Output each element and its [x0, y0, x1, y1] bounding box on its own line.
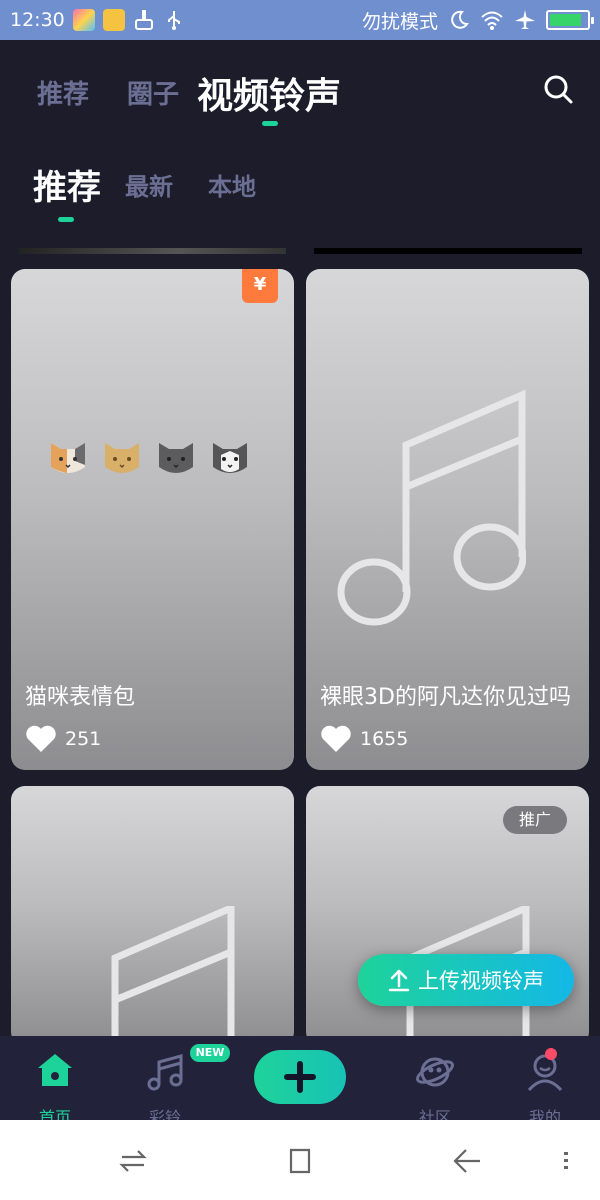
home-square-icon[interactable]	[285, 1146, 315, 1176]
card-title: 猫咪表情包	[25, 685, 136, 710]
music-note-icon	[111, 906, 235, 1046]
subtab-recommend[interactable]: 推荐	[33, 160, 101, 209]
subtab-local[interactable]: 本地	[208, 167, 256, 202]
tab-circle[interactable]: 圈子	[127, 74, 179, 111]
like-count[interactable]: 251	[25, 725, 101, 753]
cleaner-icon	[133, 9, 155, 31]
planet-icon	[416, 1057, 454, 1087]
bottom-nav: 首页 彩铃 NEW 社区 我的	[0, 1036, 600, 1127]
music-note-icon	[337, 389, 526, 626]
status-time: 12:30	[10, 9, 65, 31]
menu-dots-icon[interactable]	[556, 1146, 576, 1176]
video-card[interactable]: 推广	[306, 786, 589, 1046]
battery-level-fill	[550, 14, 581, 26]
subtab-latest[interactable]: 最新	[125, 167, 173, 202]
previous-card-edge	[314, 248, 582, 254]
active-subtab-indicator	[58, 217, 74, 222]
paid-badge: ¥	[242, 269, 278, 303]
tab-recommend[interactable]: 推荐	[37, 74, 89, 111]
status-bar: 12:30 勿扰模式	[0, 0, 600, 40]
dnd-mode-label: 勿扰模式	[361, 10, 438, 33]
previous-card-edge	[18, 248, 286, 254]
notification-dot	[545, 1048, 557, 1060]
heart-icon	[26, 725, 56, 752]
music-note-icon	[147, 1054, 183, 1091]
search-icon[interactable]	[542, 73, 574, 105]
cat-face-icon	[105, 443, 139, 473]
cat-face-icon	[213, 443, 247, 473]
upload-video-ringtone-button[interactable]: 上传视频铃声	[358, 954, 574, 1006]
video-card[interactable]	[11, 786, 294, 1046]
upload-arrow-icon	[388, 969, 410, 992]
video-card[interactable]: ¥ 猫咪表情包 251	[11, 269, 294, 770]
top-tab-bar: 推荐 圈子 视频铃声	[0, 40, 600, 140]
cat-face-icon	[51, 443, 85, 473]
profile-icon	[527, 1054, 563, 1092]
app-notification-icon	[72, 9, 95, 31]
airplane-icon	[514, 9, 536, 31]
system-nav-bar	[0, 1120, 600, 1200]
cat-emoji-thumbnail	[47, 437, 251, 479]
back-arrow-icon[interactable]	[452, 1146, 482, 1176]
active-tab-indicator	[262, 121, 278, 126]
recent-apps-icon[interactable]	[118, 1146, 148, 1176]
like-count-value: 1655	[360, 728, 409, 750]
plus-icon	[284, 1061, 316, 1093]
video-card[interactable]: 裸眼3D的阿凡达你见过吗 1655	[306, 269, 589, 770]
like-count-value: 251	[65, 728, 102, 750]
card-title: 裸眼3D的阿凡达你见过吗	[320, 685, 571, 710]
cat-face-icon	[159, 443, 193, 473]
home-icon	[38, 1054, 72, 1086]
upload-button-label: 上传视频铃声	[418, 969, 544, 993]
folder-icon	[102, 9, 125, 31]
moon-icon	[448, 9, 470, 31]
create-button[interactable]	[254, 1050, 346, 1104]
new-badge: NEW	[190, 1044, 230, 1062]
heart-icon	[321, 725, 351, 752]
promoted-badge: 推广	[503, 806, 567, 834]
like-count[interactable]: 1655	[320, 725, 408, 753]
wifi-icon	[480, 9, 504, 31]
tab-video-ringtone[interactable]: 视频铃声	[197, 67, 341, 119]
usb-icon	[163, 9, 185, 31]
battery-icon	[546, 10, 594, 30]
